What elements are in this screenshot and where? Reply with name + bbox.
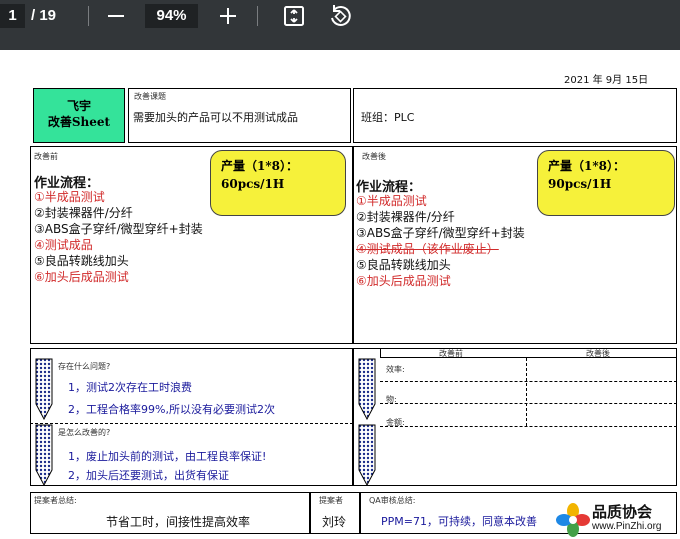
rotate-icon xyxy=(331,5,351,26)
after-step-abolished: ④测试成品（该作业废止） xyxy=(356,242,499,256)
rotate-button[interactable] xyxy=(327,3,353,29)
improve-label: 是怎么改善的? xyxy=(58,428,111,437)
watermark-title: 品质协会 xyxy=(592,503,653,521)
zoom-in-button[interactable] xyxy=(216,4,240,28)
page-total-label: / 19 xyxy=(31,7,57,24)
sheet-logo: 飞宇 改善Sheet xyxy=(33,88,125,143)
proposer-name: 刘玲 xyxy=(322,515,347,529)
comparison-header-row: 改善前 改善後 xyxy=(380,348,677,358)
after-step: ⑥加头后成品测试 xyxy=(356,274,451,288)
improve-item: 2，加头后还要测试，出货有保证 xyxy=(68,469,229,482)
before-output-line-1: 产量（1*8）： xyxy=(221,159,298,173)
comparison-row-divider xyxy=(380,426,677,427)
document-date: 2021 年 9月 15日 xyxy=(564,75,649,86)
watermark: 品质协会 www.PinZhi.org xyxy=(556,499,680,539)
before-flow-list: ①半成品测试 ②封装裸器件/分纤 ③ABS盒子穿纤/微型穿纤+封装 ④测试成品 … xyxy=(34,189,203,285)
proposer-label: 提案者 xyxy=(319,496,343,505)
watermark-url: www.PinZhi.org xyxy=(592,521,662,532)
pdf-toolbar: 1 / 19 94% xyxy=(0,0,680,50)
proposer-cell: 提案者 刘玲 xyxy=(310,492,360,534)
qa-label: QA审核总结: xyxy=(369,496,416,505)
after-flow-list: ①半成品测试 ②封装裸器件/分纤 ③ABS盒子穿纤/微型穿纤+封装 ④测试成品（… xyxy=(356,193,525,289)
page-number-input[interactable]: 1 xyxy=(0,4,25,28)
after-output-line-2: 90pcs/1H xyxy=(548,177,612,191)
after-step: ⑤良品转跳线加头 xyxy=(356,258,451,272)
logo-line-2: 改善Sheet xyxy=(47,115,111,129)
after-output-callout: 产量（1*8）： 90pcs/1H xyxy=(537,150,675,216)
toolbar-divider xyxy=(88,6,89,26)
stripe-icon xyxy=(358,424,376,486)
fit-to-page-icon xyxy=(284,6,304,26)
after-step: ②封装裸器件/分纤 xyxy=(356,210,455,224)
comparison-row-label: 金额: xyxy=(386,418,405,427)
logo-line-1: 飞宇 xyxy=(66,99,91,113)
effect-label: 提案者总结: xyxy=(34,496,77,505)
before-label: 改善前 xyxy=(34,152,58,161)
toolbar-divider xyxy=(257,6,258,26)
effect-cell: 提案者总结: 节省工时，间接性提高效率 xyxy=(30,492,310,534)
comparison-after-header: 改善後 xyxy=(586,349,610,358)
effect-text: 节省工时，间接性提高效率 xyxy=(106,515,251,529)
topic-cell: 改善课题 需要加头的产品可以不用测试成品 xyxy=(128,88,351,143)
zoom-out-button[interactable] xyxy=(104,4,128,28)
after-output-line-1: 产量（1*8）： xyxy=(548,159,625,173)
flower-logo-icon xyxy=(556,503,590,537)
stripe-icon xyxy=(35,424,53,486)
after-step: ③ABS盒子穿纤/微型穿纤+封装 xyxy=(356,226,525,240)
improve-item: 1，废止加头前的测试，由工程良率保证! xyxy=(68,450,267,463)
problem-label: 存在什么问题? xyxy=(58,362,111,371)
before-output-callout: 产量（1*8）： 60pcs/1H xyxy=(210,150,346,216)
comparison-row-divider xyxy=(380,381,677,382)
before-step: ④测试成品 xyxy=(34,238,93,252)
stripe-icon xyxy=(35,358,53,420)
before-step: ③ABS盒子穿纤/微型穿纤+封装 xyxy=(34,222,203,236)
fit-to-page-button[interactable] xyxy=(282,4,306,28)
topic-label: 改善课题 xyxy=(134,92,166,101)
before-step: ②封装裸器件/分纤 xyxy=(34,206,133,220)
before-step: ⑤良品转跳线加头 xyxy=(34,254,129,268)
group-text: 班组：PLC xyxy=(361,111,415,124)
stripe-icon xyxy=(358,358,376,420)
before-output-line-2: 60pcs/1H xyxy=(221,177,285,191)
after-step: ①半成品测试 xyxy=(356,194,427,208)
zoom-level-input[interactable]: 94% xyxy=(145,4,198,28)
section-divider xyxy=(30,423,353,424)
group-cell: 班组：PLC xyxy=(353,88,677,143)
problem-item: 1，测试2次存在工时浪费 xyxy=(68,381,192,394)
comparison-column-divider xyxy=(526,358,527,426)
comparison-before-header: 改善前 xyxy=(439,349,463,358)
qa-text: PPM=71，可持续，同意本改善 xyxy=(381,515,537,528)
before-step: ①半成品测试 xyxy=(34,190,105,204)
problem-item: 2，工程合格率99%,所以没有必要测试2次 xyxy=(68,403,275,416)
comparison-row-label: 效率: xyxy=(386,365,405,374)
comparison-row-label: 物: xyxy=(386,395,397,404)
topic-text: 需要加头的产品可以不用测试成品 xyxy=(133,111,298,124)
after-label: 改善後 xyxy=(362,152,386,161)
comparison-row-divider xyxy=(380,403,677,404)
before-step: ⑥加头后成品测试 xyxy=(34,270,129,284)
